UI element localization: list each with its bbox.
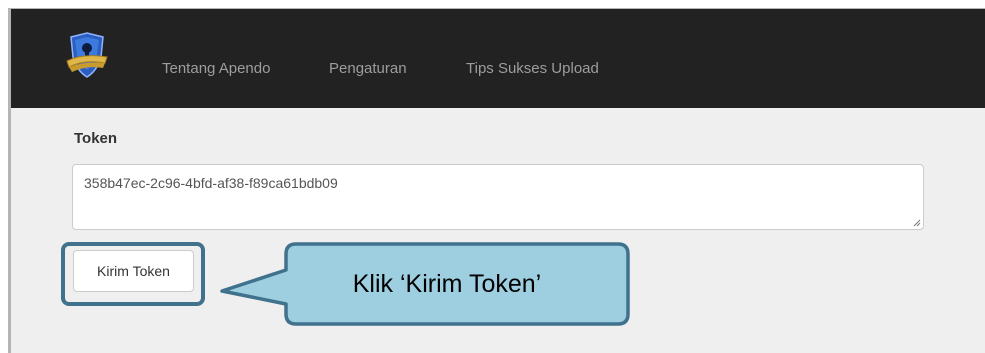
resize-handle-icon[interactable] bbox=[913, 219, 921, 227]
nav-item-tentang-apendo[interactable]: Tentang Apendo bbox=[162, 60, 270, 77]
navbar: Tentang Apendo Pengaturan Tips Sukses Up… bbox=[11, 9, 985, 108]
kirim-token-button[interactable]: Kirim Token bbox=[73, 250, 194, 292]
nav-item-tips-sukses-upload[interactable]: Tips Sukses Upload bbox=[466, 60, 599, 77]
callout-text: Klik ‘Kirim Token’ bbox=[352, 269, 542, 298]
token-label: Token bbox=[74, 130, 118, 147]
shield-key-logo-icon[interactable] bbox=[63, 31, 111, 79]
nav-item-pengaturan[interactable]: Pengaturan bbox=[329, 60, 407, 77]
token-textarea[interactable]: 358b47ec-2c96-4bfd-af38-f89ca61bdb09 bbox=[72, 164, 924, 230]
token-value: 358b47ec-2c96-4bfd-af38-f89ca61bdb09 bbox=[84, 175, 338, 191]
